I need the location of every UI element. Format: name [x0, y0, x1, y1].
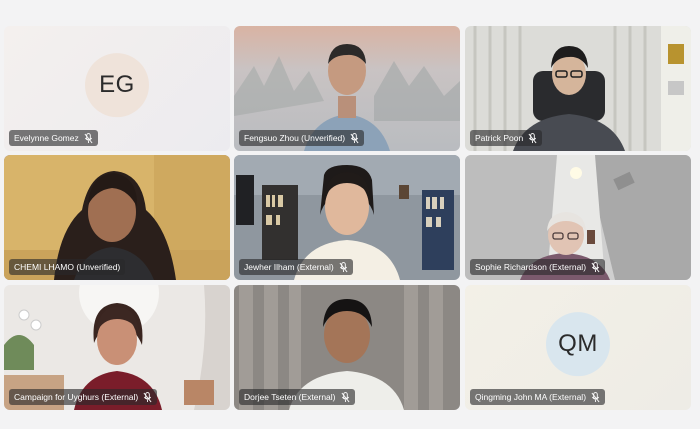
mic-off-icon [591, 261, 600, 272]
participant-name-label: Dorjee Tseten (External) [239, 389, 355, 405]
participant-tile-sophie-richardson[interactable]: Sophie Richardson (External) [465, 155, 691, 280]
mic-off-icon [84, 132, 93, 143]
participant-tile-fengsuo-zhou[interactable]: Fengsuo Zhou (Unverified) [234, 26, 460, 151]
mic-off-icon [143, 391, 152, 402]
mic-off-icon [528, 132, 537, 143]
avatar: EG [85, 52, 149, 117]
participant-name-label: Patrick Poon [470, 130, 543, 146]
participant-name: Patrick Poon [475, 133, 524, 143]
mic-off-icon [350, 132, 359, 143]
avatar: QM [546, 311, 610, 376]
mic-off-icon [591, 391, 600, 402]
participant-tile-jewher-ilham[interactable]: Jewher Ilham (External) [234, 155, 460, 280]
participant-name: Campaign for Uyghurs (External) [14, 392, 139, 402]
participant-tile-chemi-lhamo[interactable]: CHEMI LHAMO (Unverified) [4, 155, 230, 280]
participant-name-label: Campaign for Uyghurs (External) [9, 389, 158, 405]
participant-name-label: Sophie Richardson (External) [470, 259, 606, 275]
participant-tile-qingming-john-ma[interactable]: QM Qingming John MA (External) [465, 285, 691, 410]
participant-name-label: Qingming John MA (External) [470, 389, 606, 405]
participant-name-label: Evelynne Gomez [9, 130, 98, 146]
participant-tile-dorjee-tseten[interactable]: Dorjee Tseten (External) [234, 285, 460, 410]
participant-name: Dorjee Tseten (External) [244, 392, 336, 402]
participant-name: Qingming John MA (External) [475, 392, 587, 402]
participant-name: CHEMI LHAMO (Unverified) [14, 262, 121, 272]
video-gallery: EG Evelynne Gomez Fengsuo Zhou (Unverifi… [0, 0, 700, 429]
mic-off-icon [339, 261, 348, 272]
participant-name-label: Fengsuo Zhou (Unverified) [239, 130, 365, 146]
participant-tile-patrick-poon[interactable]: Patrick Poon [465, 26, 691, 151]
participant-name: Sophie Richardson (External) [475, 262, 587, 272]
participant-tile-evelynne-gomez[interactable]: EG Evelynne Gomez [4, 26, 230, 151]
participant-name-label: CHEMI LHAMO (Unverified) [9, 259, 126, 275]
participant-name-label: Jewher Ilham (External) [239, 259, 353, 275]
participant-name: Fengsuo Zhou (Unverified) [244, 133, 346, 143]
participant-name: Evelynne Gomez [14, 133, 79, 143]
mic-off-icon [341, 391, 349, 402]
participant-name: Jewher Ilham (External) [244, 262, 334, 272]
participant-tile-campaign-for-uyghurs[interactable]: Campaign for Uyghurs (External) [4, 285, 230, 410]
